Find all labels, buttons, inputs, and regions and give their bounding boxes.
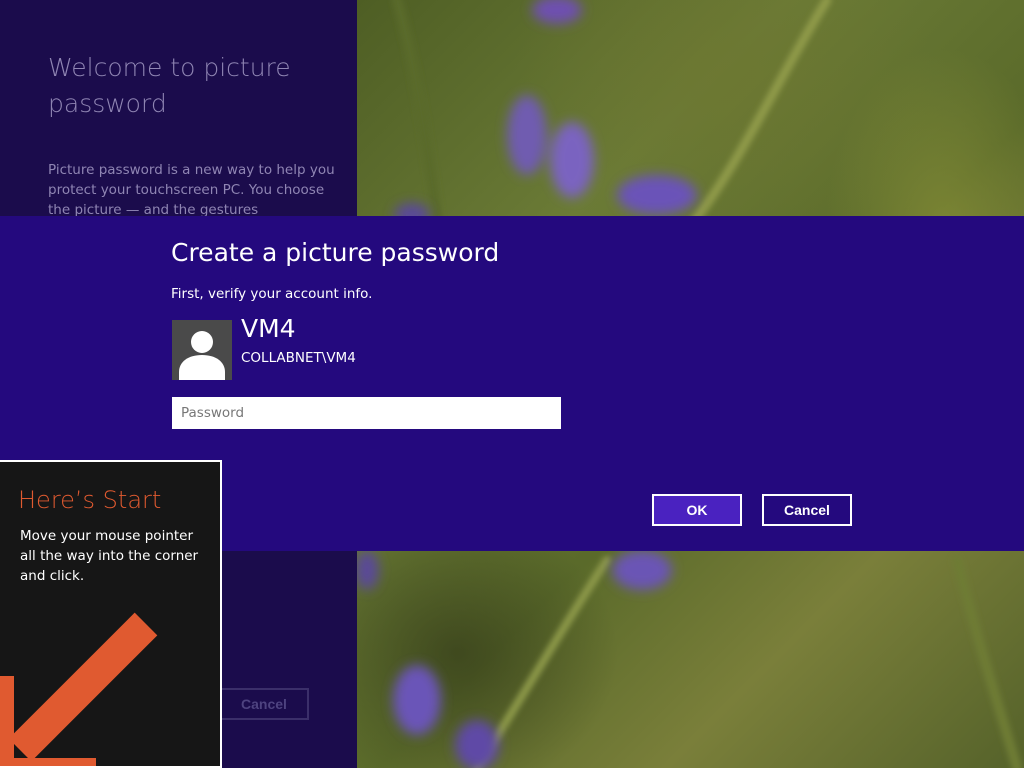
user-name: VM4 xyxy=(241,314,296,343)
password-field[interactable] xyxy=(172,397,561,429)
dialog-title: Create a picture password xyxy=(171,238,500,267)
intro-cancel-button: Cancel xyxy=(219,688,309,720)
intro-description: Picture password is a new way to help yo… xyxy=(48,162,335,218)
intro-title: Welcome to picture password xyxy=(48,53,291,118)
avatar xyxy=(172,320,232,380)
start-tip-title: Here’s Start xyxy=(18,486,162,514)
user-account: COLLABNET\VM4 xyxy=(241,350,356,366)
start-tip-body: Move your mouse pointer all the way into… xyxy=(20,528,199,584)
ok-button[interactable]: OK xyxy=(652,494,742,526)
cancel-button[interactable]: Cancel xyxy=(762,494,852,526)
start-tip-panel: Here’s Start Move your mouse pointer all… xyxy=(0,460,222,768)
user-silhouette-icon xyxy=(179,331,225,380)
dialog-subtitle: First, verify your account info. xyxy=(171,286,373,302)
arrow-down-left-icon xyxy=(0,612,158,766)
